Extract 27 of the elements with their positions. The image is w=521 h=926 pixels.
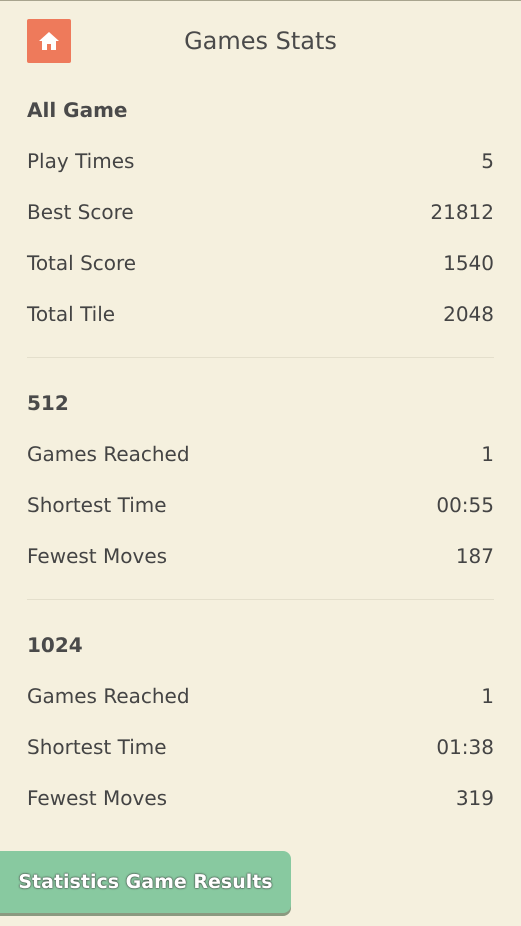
section-heading: 512 [27, 390, 70, 417]
stat-value: 00:55 [436, 492, 494, 519]
section-heading: 1024 [27, 632, 84, 659]
stat-label: Games Reached [27, 683, 190, 710]
stat-value: 21812 [430, 199, 494, 226]
section-heading: All Game [27, 97, 128, 124]
stat-label: Play Times [27, 148, 134, 175]
stat-value: 187 [456, 543, 494, 570]
page-title: Games Stats [183, 27, 338, 55]
stat-label: Shortest Time [27, 734, 167, 761]
stat-value: 5 [481, 148, 494, 175]
stat-value: 319 [456, 785, 494, 812]
stat-value: 01:38 [436, 734, 494, 761]
stat-label: Best Score [27, 199, 134, 226]
results-button[interactable]: Statistics Game Results [0, 851, 291, 913]
home-button[interactable] [27, 19, 71, 63]
stat-label: Games Reached [27, 441, 190, 468]
stat-label: Shortest Time [27, 492, 167, 519]
stat-label: Fewest Moves [27, 543, 168, 570]
stat-value: 1 [481, 683, 494, 710]
stat-label: Fewest Moves [27, 785, 168, 812]
stat-value: 2048 [443, 301, 494, 328]
home-icon [37, 29, 61, 53]
stat-value: 1 [481, 441, 494, 468]
stat-value: 1540 [443, 250, 494, 277]
stat-label: Total Tile [27, 301, 116, 328]
stat-label: Total Score [27, 250, 136, 277]
